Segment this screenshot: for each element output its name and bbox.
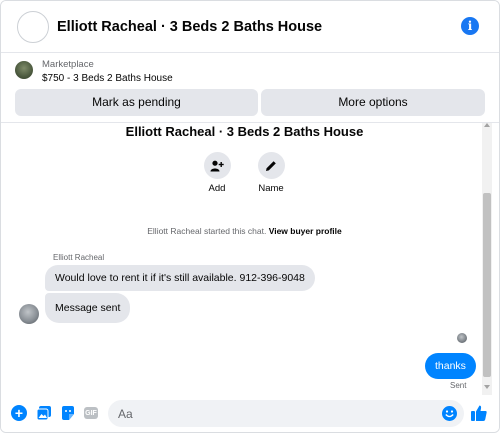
- chat-header-title[interactable]: Elliott Racheal · 3 Beds 2 Baths House: [57, 19, 322, 35]
- scroll-up-arrow-icon[interactable]: [484, 123, 490, 127]
- add-action[interactable]: Add: [197, 152, 237, 194]
- scrollbar[interactable]: [482, 123, 492, 395]
- listing-thumbnail[interactable]: [15, 61, 33, 79]
- thread-title: Elliott Racheal · 3 Beds 2 Baths House: [125, 124, 364, 139]
- like-icon[interactable]: [470, 404, 488, 422]
- emoji-icon[interactable]: [442, 406, 457, 421]
- message-input[interactable]: [108, 400, 464, 427]
- more-options-button[interactable]: More options: [261, 89, 485, 116]
- chat-started-text: Elliott Racheal started this chat.: [147, 226, 267, 236]
- scroll-down-arrow-icon[interactable]: [484, 385, 490, 389]
- sender-name: Elliott Racheal: [53, 253, 105, 262]
- message-thread[interactable]: Elliott Racheal · 3 Beds 2 Baths House A…: [1, 123, 499, 395]
- mark-as-pending-button[interactable]: Mark as pending: [15, 89, 258, 116]
- seen-indicator-avatar: [457, 333, 467, 343]
- sticker-icon[interactable]: [60, 405, 76, 421]
- photo-icon[interactable]: [36, 405, 52, 421]
- chat-started-notice: Elliott Racheal started this chat. View …: [1, 226, 488, 236]
- pencil-icon[interactable]: [257, 152, 285, 179]
- chat-window: Elliott Racheal · 3 Beds 2 Baths House i…: [0, 0, 500, 433]
- add-person-icon[interactable]: [203, 152, 231, 179]
- sender-avatar[interactable]: [19, 304, 39, 324]
- name-label: Name: [258, 183, 284, 194]
- marketplace-label: Marketplace: [42, 59, 94, 70]
- incoming-message[interactable]: Would love to rent it if it's still avai…: [45, 265, 315, 291]
- message-status: Sent: [450, 381, 467, 390]
- incoming-message[interactable]: Message sent: [45, 293, 131, 323]
- message-composer: + GIF: [1, 395, 499, 432]
- gif-icon[interactable]: GIF: [84, 407, 98, 419]
- outgoing-message[interactable]: thanks: [425, 353, 476, 379]
- name-action[interactable]: Name: [251, 152, 291, 194]
- listing-title[interactable]: $750 - 3 Beds 2 Baths House: [42, 73, 173, 84]
- add-label: Add: [208, 183, 226, 194]
- info-icon[interactable]: i: [461, 17, 479, 35]
- plus-icon[interactable]: +: [11, 405, 27, 421]
- marketplace-bar: Marketplace $750 - 3 Beds 2 Baths House …: [1, 53, 499, 123]
- chat-header: Elliott Racheal · 3 Beds 2 Baths House i: [1, 1, 499, 53]
- scrollbar-thumb[interactable]: [483, 193, 491, 377]
- view-buyer-profile-link[interactable]: View buyer profile: [269, 226, 342, 236]
- contact-avatar[interactable]: [17, 11, 49, 43]
